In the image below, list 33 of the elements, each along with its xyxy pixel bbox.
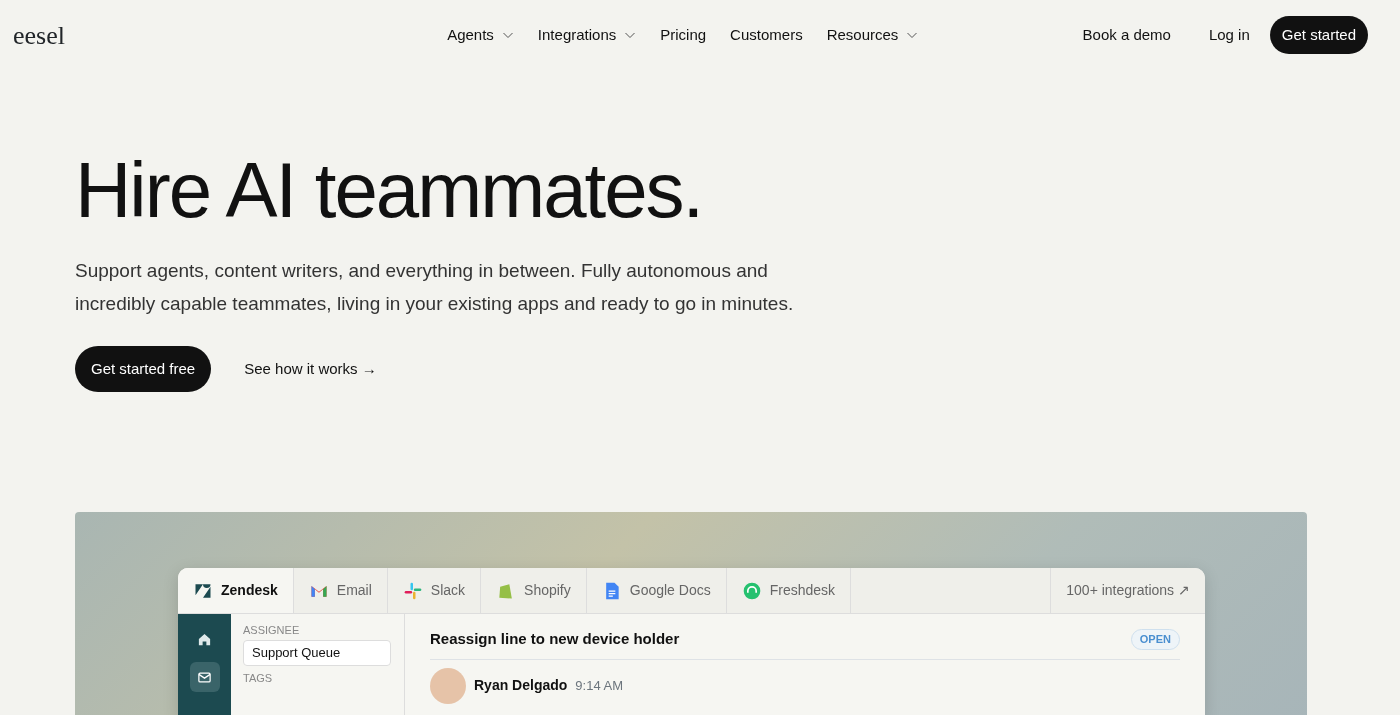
logo[interactable]: eesel bbox=[13, 15, 65, 55]
nav-link[interactable]: Resources bbox=[814, 23, 931, 47]
field-label: ASSIGNEE bbox=[243, 624, 301, 638]
get-started-free-button[interactable]: Get started free bbox=[75, 345, 212, 393]
ticket-title: Reassign line to new device holder bbox=[430, 629, 680, 650]
home-icon bbox=[197, 631, 212, 647]
sidebar-button[interactable] bbox=[189, 662, 220, 693]
integration-tab[interactable]: Zendesk bbox=[178, 568, 294, 614]
see-how-link[interactable]: See how it works → bbox=[244, 357, 377, 381]
status-label: OPEN bbox=[1130, 629, 1180, 650]
get-started-button[interactable]: Get started bbox=[1269, 15, 1368, 55]
integration-tab[interactable]: Shopify bbox=[481, 568, 587, 614]
nav-link[interactable]: Integrations bbox=[525, 23, 649, 47]
integration-tab[interactable]: Google Docs bbox=[586, 568, 727, 614]
author-name: Ryan Delgado bbox=[474, 676, 568, 696]
field-label: TAGS bbox=[243, 672, 274, 686]
nav-link[interactable]: Pricing bbox=[648, 23, 719, 47]
headset-icon bbox=[741, 580, 762, 601]
hero-title: Hire AI teammates. bbox=[75, 148, 704, 234]
message-time: 9:14 AM bbox=[575, 677, 624, 696]
assignee-field[interactable]: Support Queue bbox=[243, 640, 391, 666]
avatar bbox=[430, 667, 466, 704]
login-link[interactable]: Log in bbox=[1196, 23, 1262, 47]
integration-tab[interactable]: Freshdesk bbox=[726, 568, 852, 614]
integration-tab[interactable]: Email bbox=[293, 568, 388, 614]
hash-logo-icon bbox=[402, 580, 423, 601]
integration-tab[interactable]: Slack bbox=[387, 568, 482, 614]
nav-link[interactable]: Agents bbox=[435, 23, 526, 47]
nav-link[interactable]: Customers bbox=[718, 23, 815, 47]
integrations-link[interactable]: 100+ integrations ↗ bbox=[1050, 568, 1205, 614]
mail-icon bbox=[197, 669, 212, 685]
hero-subtitle: Support agents, content writers, and everything in between. Fully autonomous and incredibly capable teammates, living in your existing apps and ready to go in minutes. bbox=[75, 258, 795, 316]
book-demo-link[interactable]: Book a demo bbox=[1070, 23, 1183, 47]
